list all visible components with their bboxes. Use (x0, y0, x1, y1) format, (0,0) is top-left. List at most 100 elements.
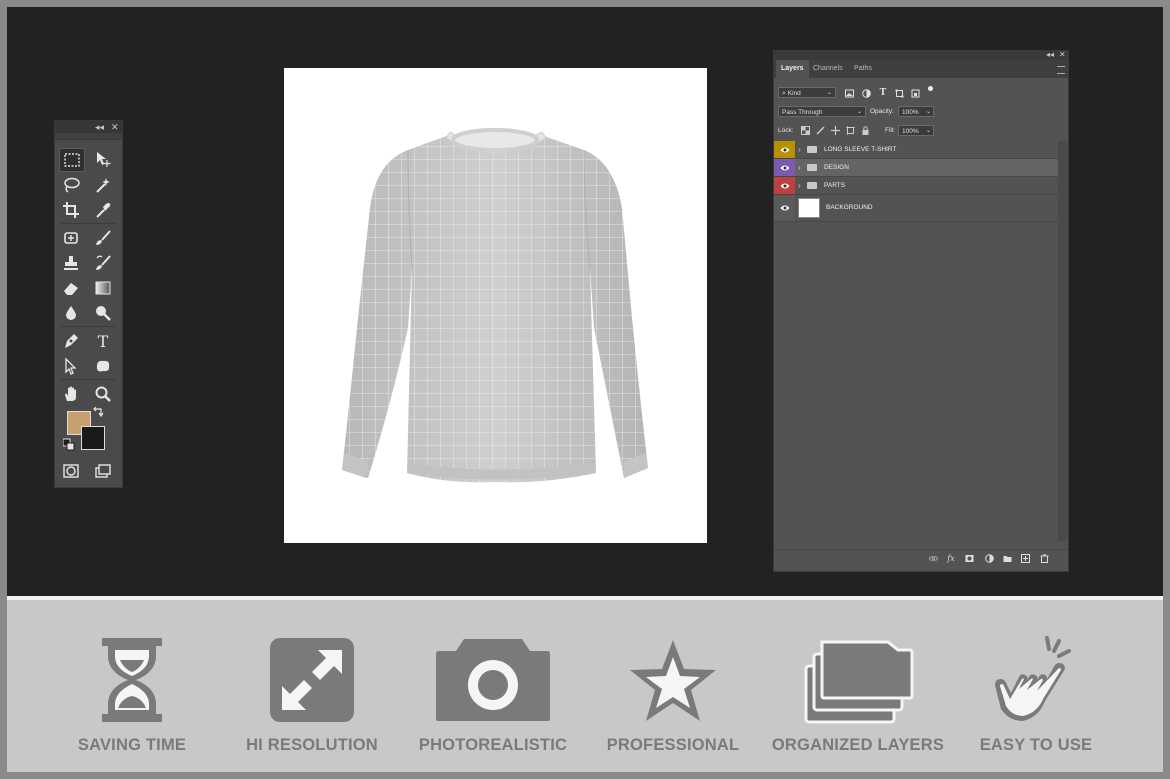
scrollbar[interactable] (1058, 141, 1067, 541)
layer-name: DESIGN (824, 164, 849, 171)
layer-row[interactable]: › LONG SLEEVE T-SHIRT (774, 141, 1058, 159)
type-icon[interactable]: T (91, 330, 115, 352)
default-colors-icon[interactable] (63, 438, 75, 451)
zoom-icon[interactable] (91, 383, 115, 405)
document-canvas[interactable] (284, 68, 707, 543)
tab-layers[interactable]: Layers (776, 60, 809, 78)
move-icon[interactable] (91, 148, 115, 170)
dodge-icon[interactable] (91, 302, 115, 324)
tab-paths[interactable]: Paths (849, 60, 877, 78)
gradient-icon[interactable] (91, 277, 115, 299)
search-icon: ⌕ (782, 90, 786, 97)
lock-pixels-icon[interactable] (815, 125, 825, 135)
feature-label: EASY TO USE (979, 736, 1093, 754)
crop-icon[interactable] (59, 199, 83, 221)
visibility-toggle[interactable] (774, 195, 795, 221)
lock-artboard-icon[interactable] (845, 125, 855, 135)
feature-easy-to-use: EASY TO USE (941, 635, 1131, 765)
add-mask-icon[interactable] (964, 553, 974, 563)
lock-row: Lock: Fill: 100% ⌄ (774, 122, 1068, 140)
feature-professional: PROFESSIONAL (578, 635, 768, 765)
blur-icon[interactable] (59, 302, 83, 324)
tap-hand-icon (941, 635, 1131, 725)
feature-organized-layers: ORGANIZED LAYERS (763, 635, 953, 765)
panel-menu-icon[interactable] (1057, 66, 1065, 74)
new-group-icon[interactable] (1002, 553, 1012, 563)
fill-input[interactable]: 100% ⌄ (898, 125, 934, 136)
brush-icon[interactable] (91, 227, 115, 249)
feature-label: PHOTOREALISTIC (418, 736, 568, 754)
layers-panel-footer: fx (774, 549, 1068, 566)
shape-icon[interactable] (91, 355, 115, 377)
pixel-filter-icon[interactable] (844, 88, 854, 98)
visibility-toggle[interactable] (774, 177, 795, 194)
path-selection-icon[interactable] (59, 355, 83, 377)
smart-object-filter-icon[interactable] (910, 88, 920, 98)
folder-icon (807, 146, 817, 153)
lasso-icon[interactable] (59, 174, 83, 196)
visibility-toggle[interactable] (774, 141, 795, 158)
lock-transparent-icon[interactable] (800, 125, 810, 135)
hand-icon[interactable] (59, 383, 83, 405)
tools-panel-header: ◂◂ ✕ (55, 121, 122, 133)
clone-stamp-icon[interactable] (59, 252, 83, 274)
close-icon[interactable]: ✕ (1059, 50, 1066, 59)
opacity-value: 100% (902, 109, 919, 116)
fx-icon[interactable]: fx (946, 553, 956, 563)
panel-tabs: Layers Channels Paths (774, 60, 1068, 78)
trash-icon[interactable] (1039, 553, 1049, 563)
link-layers-icon[interactable] (928, 553, 938, 563)
adjustment-layer-icon[interactable] (984, 553, 994, 563)
chevron-right-icon[interactable]: › (798, 159, 801, 176)
blend-mode-value: Pass Through (782, 109, 823, 116)
feature-label: SAVING TIME (77, 736, 187, 754)
eyedropper-icon[interactable] (91, 199, 115, 221)
new-layer-icon[interactable] (1020, 553, 1030, 563)
lock-label: Lock: (778, 127, 794, 134)
filter-row: ⌕ Kind ⌄ T (774, 84, 1068, 102)
quick-mask-icon[interactable] (59, 460, 83, 482)
blend-mode-select[interactable]: Pass Through ⌄ (778, 106, 866, 117)
filter-toggle-icon[interactable] (928, 86, 933, 91)
visibility-toggle[interactable] (774, 159, 795, 176)
layer-row[interactable]: › PARTS (774, 177, 1058, 195)
tools-panel-grip[interactable] (55, 133, 122, 140)
history-brush-icon[interactable] (91, 252, 115, 274)
opacity-input[interactable]: 100% ⌄ (898, 106, 934, 117)
eraser-icon[interactable] (59, 277, 83, 299)
collapse-icon[interactable]: ◂◂ (95, 121, 104, 133)
adjustment-filter-icon[interactable] (861, 88, 871, 98)
lock-all-icon[interactable] (860, 125, 870, 135)
collapse-icon[interactable]: ◂◂ (1046, 50, 1054, 59)
lock-position-icon[interactable] (830, 125, 840, 135)
layer-name: BACKGROUND (826, 204, 873, 211)
swap-colors-icon[interactable] (91, 405, 105, 419)
layer-row[interactable]: BACKGROUND (774, 195, 1058, 222)
close-icon[interactable]: ✕ (111, 121, 119, 133)
screen-mode-icon[interactable] (91, 460, 115, 482)
chevron-right-icon[interactable]: › (798, 141, 801, 158)
shape-filter-icon[interactable] (894, 88, 904, 98)
type-filter-icon[interactable]: T (878, 88, 888, 98)
background-color-swatch[interactable] (81, 426, 105, 450)
feature-saving-time: SAVING TIME (37, 635, 227, 765)
feature-label: PROFESSIONAL (606, 736, 740, 754)
camera-icon (398, 635, 588, 725)
opacity-label: Opacity: (870, 108, 894, 115)
marquee-icon[interactable] (59, 148, 85, 172)
layers-panel: ◂◂ ✕ Layers Channels Paths ⌕ Kind ⌄ T Pa… (773, 50, 1069, 572)
pen-icon[interactable] (59, 330, 83, 352)
folders-icon (763, 635, 953, 725)
healing-brush-icon[interactable] (59, 227, 83, 249)
filter-kind-select[interactable]: ⌕ Kind ⌄ (778, 87, 836, 98)
feature-hi-resolution: HI RESOLUTION (217, 635, 407, 765)
chevron-right-icon[interactable]: › (798, 177, 801, 194)
expand-icon (217, 635, 407, 725)
magic-wand-icon[interactable] (91, 174, 115, 196)
long-sleeve-tshirt-mockup (342, 128, 648, 483)
layer-thumbnail (798, 198, 820, 218)
fill-label: Fill: (885, 127, 896, 134)
star-icon (578, 635, 768, 725)
layer-row[interactable]: › DESIGN (774, 159, 1058, 177)
tab-channels[interactable]: Channels (808, 60, 848, 78)
